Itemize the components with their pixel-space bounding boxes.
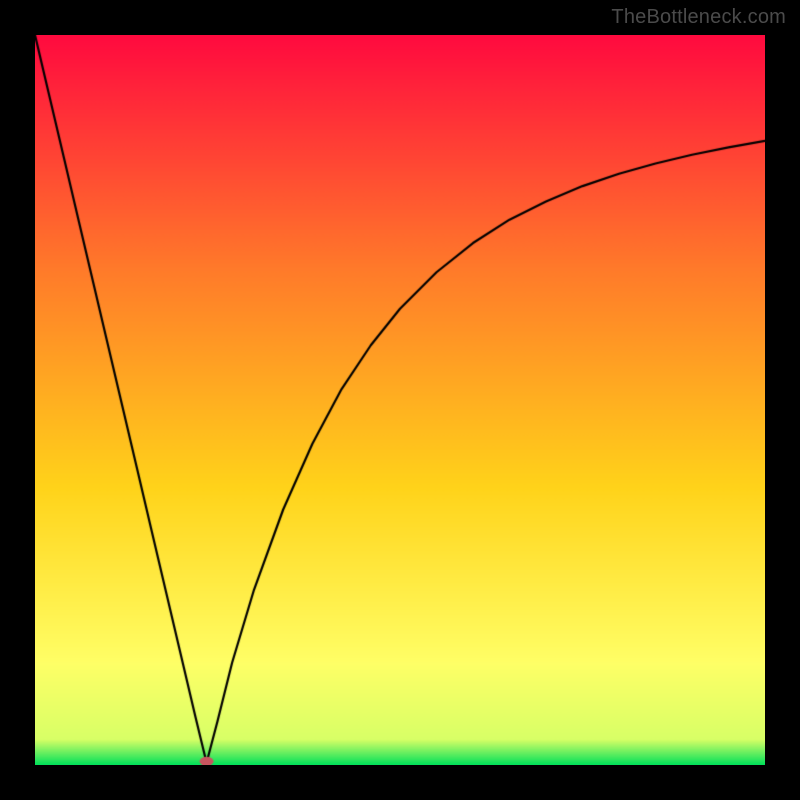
watermark-label: TheBottleneck.com [611, 6, 786, 29]
chart-canvas [35, 35, 765, 765]
plot-area [35, 35, 765, 765]
chart-frame: TheBottleneck.com [0, 0, 800, 800]
